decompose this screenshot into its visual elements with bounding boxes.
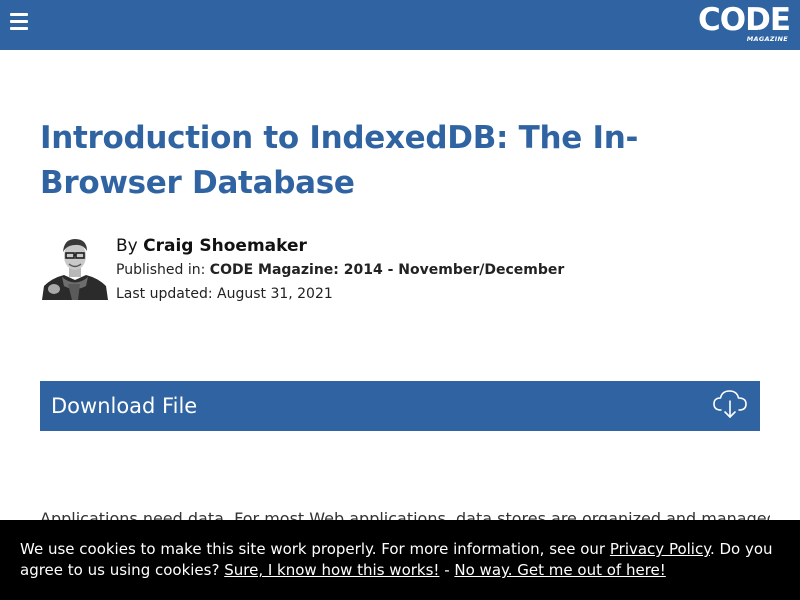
top-navigation-bar: CODE MAGAZINE xyxy=(0,0,800,50)
last-updated-date: Last updated: August 31, 2021 xyxy=(116,286,333,302)
article-title: Introduction to IndexedDB: The In-Browse… xyxy=(40,120,639,201)
cookie-separator: - xyxy=(439,561,455,579)
logo-subtitle: MAGAZINE xyxy=(746,35,788,43)
author-avatar xyxy=(42,234,108,300)
published-prefix: Published in: xyxy=(116,262,210,278)
byline-prefix: By xyxy=(116,236,144,256)
author-byline: By Craig Shoemaker xyxy=(116,234,307,258)
hamburger-menu-icon[interactable] xyxy=(10,13,28,30)
cookie-consent-banner: We use cookies to make this site work pr… xyxy=(0,520,800,600)
cookie-text-part-1: We use cookies to make this site work pr… xyxy=(20,540,610,558)
publication-issue[interactable]: CODE Magazine: 2014 - November/December xyxy=(210,262,564,278)
privacy-policy-link[interactable]: Privacy Policy xyxy=(610,540,710,558)
decline-cookies-link[interactable]: No way. Get me out of here! xyxy=(454,561,665,579)
accept-cookies-link[interactable]: Sure, I know how this works! xyxy=(224,561,439,579)
cloud-download-icon xyxy=(712,388,748,420)
download-file-label: Download File xyxy=(51,394,198,418)
published-in: Published in: CODE Magazine: 2014 - Nove… xyxy=(116,260,564,280)
author-name[interactable]: Craig Shoemaker xyxy=(143,236,307,256)
cookie-consent-text: We use cookies to make this site work pr… xyxy=(20,539,790,581)
logo-wordmark: CODE xyxy=(697,2,791,38)
code-magazine-logo[interactable]: CODE MAGAZINE xyxy=(688,2,791,46)
page: CODE MAGAZINE Introduction to IndexedDB:… xyxy=(0,0,800,600)
download-file-button[interactable]: Download File xyxy=(40,381,760,431)
